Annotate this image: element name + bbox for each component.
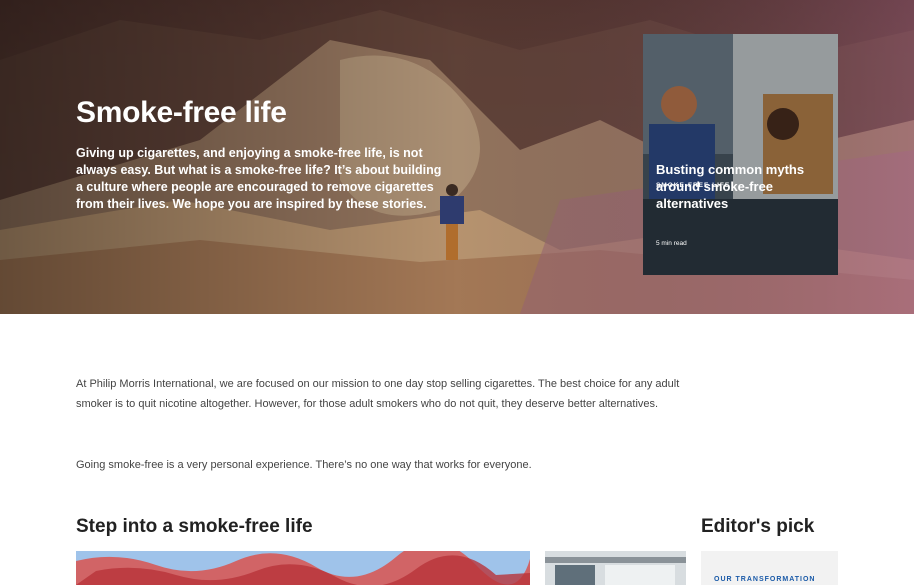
section-title-step-into: Step into a smoke-free life xyxy=(76,516,313,537)
page-title: Smoke-free life xyxy=(76,96,287,129)
editors-pick-kicker: OUR TRANSFORMATION xyxy=(714,576,816,583)
article-thumbnail-storefront[interactable] xyxy=(545,551,686,585)
card-title[interactable]: Busting common myths around smoke-free a… xyxy=(656,161,806,212)
blossom-image xyxy=(76,551,530,585)
editors-pick-card[interactable]: OUR TRANSFORMATION xyxy=(701,551,838,585)
hero-banner: Smoke-free life Giving up cigarettes, an… xyxy=(0,0,914,314)
hero-description: Giving up cigarettes, and enjoying a smo… xyxy=(76,146,442,211)
featured-article-image xyxy=(643,34,838,275)
intro-paragraph: At Philip Morris International, we are f… xyxy=(76,378,680,410)
featured-article-card[interactable]: SMOKE-FREE LIFE Busting common myths aro… xyxy=(643,34,838,275)
card-read-time: 5 min read xyxy=(656,240,687,247)
article-thumbnail-blossom[interactable] xyxy=(76,551,530,585)
section-title-editors-pick: Editor's pick xyxy=(701,516,815,537)
storefront-image xyxy=(545,551,686,585)
intro-paragraph-2: Going smoke-free is a very personal expe… xyxy=(76,459,532,471)
